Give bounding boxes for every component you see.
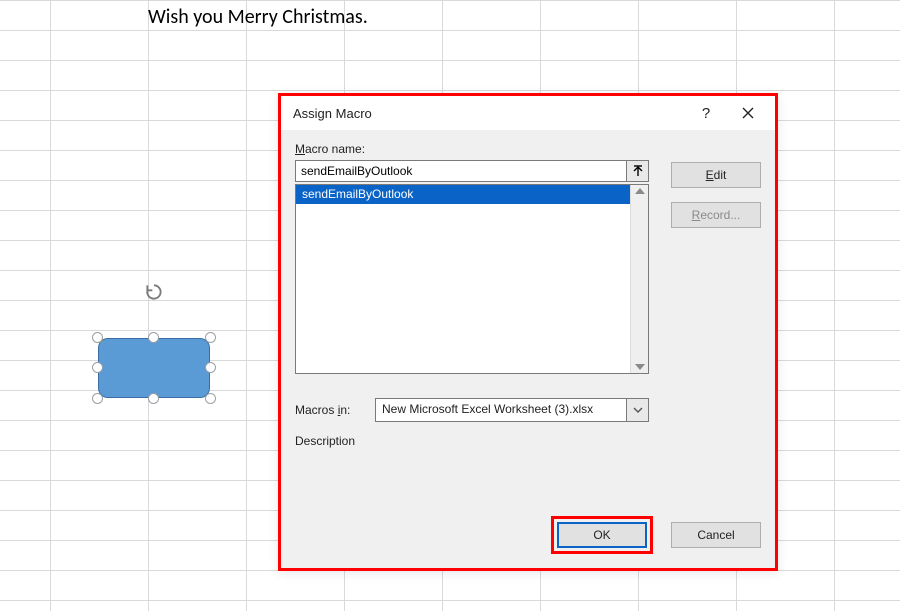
ok-button[interactable]: OK [557,522,647,548]
resize-handle-br[interactable] [205,393,216,404]
combobox-dropdown-button[interactable] [627,398,649,422]
reference-button[interactable] [627,160,649,182]
reference-icon [632,165,644,177]
close-icon [742,107,754,119]
description-label: Description [295,434,649,448]
scroll-down-icon [635,364,645,370]
scroll-up-icon [635,188,645,194]
resize-handle-tr[interactable] [205,332,216,343]
ok-highlight: OK [551,516,653,554]
cancel-button[interactable]: Cancel [671,522,761,548]
resize-handle-bl[interactable] [92,393,103,404]
macro-name-label: Macro name: [295,142,649,156]
macros-in-value: New Microsoft Excel Worksheet (3).xlsx [375,398,627,422]
macro-listbox[interactable]: sendEmailByOutlook [295,184,649,374]
macros-in-label: Macros in: [295,403,365,417]
rotate-handle[interactable] [144,282,164,302]
dialog-title: Assign Macro [293,106,685,121]
macro-list-item[interactable]: sendEmailByOutlook [296,185,630,204]
resize-handle-tm[interactable] [148,332,159,343]
resize-handle-tl[interactable] [92,332,103,343]
cell-a1-text: Wish you Merry Christmas. [148,5,368,29]
edit-button[interactable]: Edit [671,162,761,188]
close-button[interactable] [727,99,769,127]
resize-handle-mr[interactable] [205,362,216,373]
rounded-rectangle-shape[interactable] [98,338,210,398]
resize-handle-bm[interactable] [148,393,159,404]
assign-macro-dialog: Assign Macro ? Macro name: [278,93,778,571]
macro-name-input[interactable] [295,160,627,182]
chevron-down-icon [633,407,643,413]
listbox-scrollbar[interactable] [630,185,648,373]
macros-in-combobox[interactable]: New Microsoft Excel Worksheet (3).xlsx [375,398,649,422]
resize-handle-ml[interactable] [92,362,103,373]
record-button[interactable]: Record... [671,202,761,228]
help-button[interactable]: ? [685,99,727,127]
dialog-titlebar[interactable]: Assign Macro ? [281,96,775,130]
inserted-shape[interactable] [98,338,210,398]
